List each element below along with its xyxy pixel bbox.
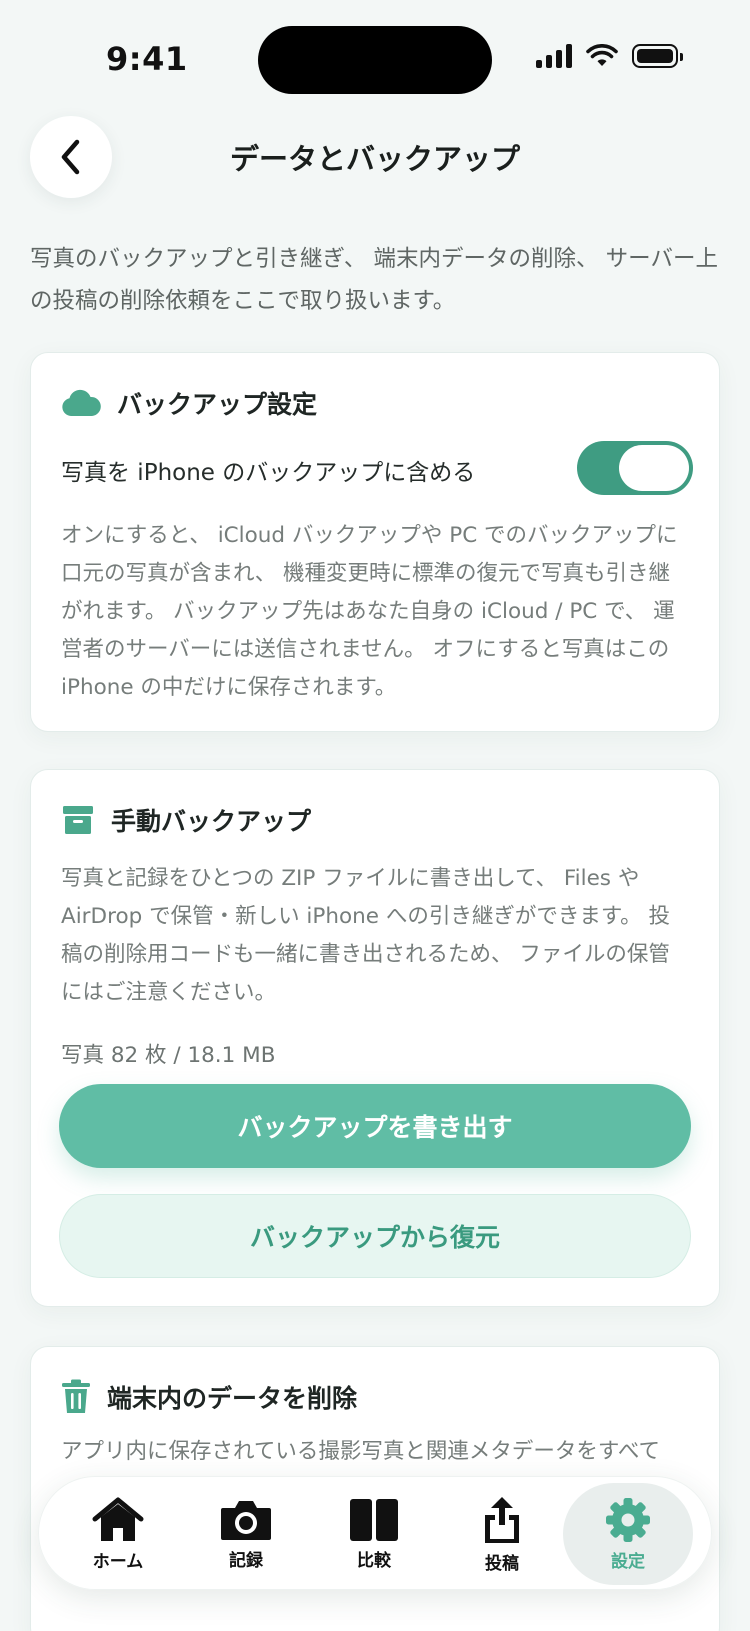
tab-bar: ホーム 記録 比較 投稿 設定 (38, 1476, 712, 1590)
card-description: 写真と記録をひとつの ZIP ファイルに書き出して、 Files や AirDr… (61, 866, 671, 1005)
intro-text: 写真のバックアップと引き継ぎ、 端末内データの削除、 サーバー上の投稿の削除依頼… (30, 246, 718, 314)
camera-icon (221, 1500, 271, 1540)
tab-label: ホーム (92, 1551, 144, 1572)
nav-header: データとバックアップ (0, 110, 750, 206)
restore-backup-button[interactable]: バックアップから復元 (59, 1194, 691, 1278)
toggle-knob (619, 445, 689, 491)
tab-record[interactable]: 記録 (181, 1483, 311, 1585)
manual-backup-card: 手動バックアップ 写真と記録をひとつの ZIP ファイルに書き出して、 File… (30, 769, 720, 1307)
tab-label: 設定 (611, 1551, 645, 1572)
wifi-icon (586, 44, 618, 66)
archive-icon (63, 806, 93, 834)
card-header: 端末内のデータを削除 (61, 1379, 357, 1415)
page-title: データとバックアップ (229, 142, 520, 176)
card-description: オンにすると、 iCloud バックアップや PC でのバックアップに口元の写真… (61, 523, 678, 700)
status-time: 9:41 (106, 40, 188, 78)
home-icon (92, 1497, 144, 1541)
tab-label: 記録 (229, 1550, 263, 1571)
export-backup-button[interactable]: バックアップを書き出す (59, 1084, 691, 1168)
share-icon (485, 1496, 519, 1543)
cellular-signal-icon (536, 44, 572, 68)
cloud-icon (62, 389, 101, 416)
tab-compare[interactable]: 比較 (309, 1483, 439, 1585)
card-header: 手動バックアップ (61, 802, 311, 838)
tab-settings[interactable]: 設定 (563, 1483, 693, 1585)
tab-label: 投稿 (485, 1553, 519, 1574)
tab-label: 比較 (357, 1550, 391, 1571)
gear-icon (606, 1497, 650, 1542)
toggle-label: 写真を iPhone のバックアップに含める (61, 460, 476, 486)
include-photos-toggle[interactable] (577, 441, 693, 495)
status-icons (536, 44, 683, 68)
card-description: アプリ内に保存されている撮影写真と関連メタデータをすべて (61, 1439, 660, 1464)
trash-icon (62, 1379, 90, 1413)
backup-stats: 写真 82 枚 / 18.1 MB (61, 1043, 276, 1068)
tab-home[interactable]: ホーム (53, 1483, 183, 1585)
card-title: 手動バックアップ (111, 807, 312, 836)
dynamic-island (258, 26, 492, 94)
battery-icon (632, 44, 683, 68)
card-title: バックアップ設定 (117, 390, 318, 419)
card-title: 端末内のデータを削除 (107, 1384, 358, 1413)
compare-icon (350, 1498, 398, 1541)
tab-post[interactable]: 投稿 (437, 1483, 567, 1585)
status-bar: 9:41 (0, 0, 750, 110)
backup-settings-card: バックアップ設定 写真を iPhone のバックアップに含める オンにすると、 … (30, 352, 720, 732)
card-header: バックアップ設定 (61, 385, 317, 421)
